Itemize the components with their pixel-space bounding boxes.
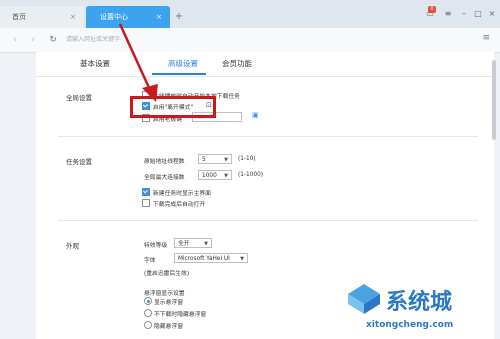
radio-hide-float[interactable] [144, 321, 152, 329]
radio-hide-idle-float[interactable] [144, 309, 152, 317]
font-value: Microsoft YaHei UI [178, 256, 230, 262]
orig-threads-value: 5 [202, 157, 206, 163]
watermark-logo [348, 284, 380, 314]
label-effect-level: 特效等级 [144, 243, 168, 249]
new-tab-button[interactable]: + [172, 10, 186, 24]
chevron-down-icon: ▼ [224, 173, 228, 179]
checkbox-show-main[interactable] [142, 188, 150, 196]
label-hide-float: 隐藏悬浮窗 [154, 324, 183, 330]
section-title-global: 全局设置 [66, 94, 92, 102]
max-connections-select[interactable]: 1000 ▼ [198, 170, 232, 180]
max-connections-value: 1000 [202, 173, 217, 179]
label-show-main: 新建任务时显示主界面 [153, 191, 211, 197]
orig-threads-select[interactable]: 5 ▼ [198, 154, 232, 164]
tab-basic-settings[interactable]: 基本设置 [80, 58, 110, 69]
chevron-down-icon: ▼ [224, 157, 228, 163]
scrollbar[interactable] [492, 60, 496, 140]
label-font: 字体 [144, 258, 156, 264]
effect-level-select[interactable]: 全开 ▼ [174, 238, 212, 248]
title-bar: 首页 × 设置中心 × + ▭ 0 ≡ – □ × [0, 0, 500, 28]
label-hide-idle-float: 不下载时隐藏悬浮窗 [154, 312, 207, 318]
watermark-brand: 系统城 [386, 290, 453, 315]
tab-advanced-settings[interactable]: 高级设置 [168, 58, 198, 69]
menu-icon[interactable]: ≡ [442, 8, 454, 20]
back-icon[interactable]: ‹ [8, 33, 22, 47]
label-show-float: 显示悬浮窗 [154, 300, 183, 306]
section-title-tasks: 任务设置 [66, 158, 92, 166]
chevron-down-icon: ▼ [204, 241, 208, 247]
label-orig-threads: 原始地址线程数 [144, 159, 185, 165]
divider [58, 136, 478, 137]
section-title-appearance: 外观 [66, 242, 79, 250]
max-connections-range: (1-1000) [238, 172, 264, 178]
orig-threads-range: (1-10) [238, 156, 256, 162]
label-auto-open: 下载完成后自动打开 [153, 202, 206, 208]
close-icon[interactable]: × [70, 6, 76, 28]
tab-home[interactable]: 首页 × [0, 6, 84, 28]
settings-tabs: 基本设置 高级设置 会员功能 [36, 52, 494, 77]
effect-level-value: 全开 [178, 241, 190, 247]
refresh-icon[interactable]: ↻ [46, 33, 60, 47]
chevron-down-icon: ▼ [240, 256, 244, 262]
url-input[interactable]: 请输入网址或关键字 [66, 34, 120, 43]
more-menu-icon[interactable]: ≡ [482, 33, 490, 43]
tab-home-label: 首页 [12, 13, 26, 21]
font-select[interactable]: Microsoft YaHei UI ▼ [174, 253, 248, 263]
restart-note: (重启迅雷后生效) [144, 271, 190, 277]
tab-settings[interactable]: 设置中心 × [86, 6, 170, 28]
maximize-icon[interactable]: □ [472, 8, 484, 20]
info-icon[interactable]: ▣ [252, 111, 259, 119]
close-icon[interactable]: × [156, 6, 162, 28]
label-float-window: 悬浮窗显示设置 [144, 291, 185, 297]
tab-member-features[interactable]: 会员功能 [222, 58, 252, 69]
highlight-box [130, 96, 216, 118]
checkbox-auto-open[interactable] [142, 199, 150, 207]
watermark-url: xitongcheng.com [366, 320, 454, 330]
tab-settings-label: 设置中心 [100, 13, 128, 21]
notification-badge: 0 [428, 6, 436, 13]
active-tab-indicator [152, 73, 206, 75]
divider [58, 220, 478, 221]
address-bar: ‹ › ↻ 请输入网址或关键字 ≡ [0, 28, 500, 53]
label-max-connections: 全局最大连接数 [144, 175, 185, 181]
forward-icon[interactable]: › [26, 33, 40, 47]
radio-show-float[interactable] [144, 297, 152, 305]
close-window-icon[interactable]: × [486, 8, 498, 20]
minimize-icon[interactable]: – [458, 8, 470, 20]
